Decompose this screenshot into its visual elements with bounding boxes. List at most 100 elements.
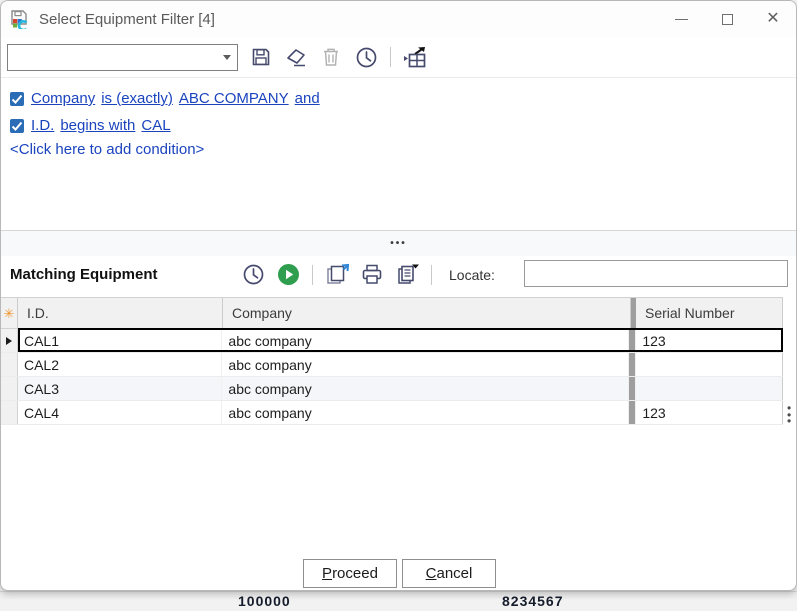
filter-condition-row: I.D. begins with CAL (10, 112, 787, 139)
cancel-button[interactable]: Cancel (402, 559, 496, 588)
saved-filter-input[interactable] (8, 45, 217, 70)
run-filter-button[interactable] (275, 262, 301, 288)
toolbar-separator (390, 47, 391, 67)
copy-icon (395, 263, 420, 287)
cell-serial[interactable] (636, 353, 783, 376)
eraser-icon (284, 46, 308, 68)
table-row[interactable]: CAL2 abc company (1, 353, 783, 377)
cancel-label: ancel (436, 565, 472, 582)
copy-results-button[interactable] (394, 262, 420, 288)
new-row-star-icon: ✳ (4, 307, 15, 320)
condition-operator-link[interactable]: begins with (60, 117, 135, 134)
checkmark-icon (11, 94, 23, 105)
toolbar-separator (431, 265, 432, 285)
new-page-icon (325, 263, 350, 287)
clear-filter-button[interactable] (283, 44, 309, 70)
minimize-icon (675, 19, 688, 20)
locate-label: Locate: (449, 267, 495, 283)
save-filter-button[interactable] (248, 44, 274, 70)
maximize-icon (722, 14, 733, 25)
condition-value-link[interactable]: CAL (141, 117, 170, 134)
toolbar-separator (312, 265, 313, 285)
close-button[interactable]: ✕ (750, 1, 796, 37)
minimize-button[interactable] (658, 1, 704, 37)
dialog-title: Select Equipment Filter [4] (39, 11, 215, 28)
row-selector[interactable] (1, 401, 18, 424)
cell-company[interactable]: abc company (222, 329, 629, 352)
table-row[interactable]: CAL3 abc company (1, 377, 783, 401)
condition-field-link[interactable]: Company (31, 90, 95, 107)
print-button[interactable] (359, 262, 385, 288)
trash-icon (321, 46, 341, 68)
cell-serial[interactable] (636, 377, 783, 400)
app-save-filter-icon (9, 9, 31, 29)
filter-conditions-panel[interactable]: Company is (exactly) ABC COMPANY and I.D… (1, 77, 796, 230)
proceed-label: roceed (332, 565, 378, 582)
column-header-id[interactable]: I.D. (18, 298, 223, 328)
window-controls: ✕ (658, 1, 796, 37)
grid-arrow-icon (402, 46, 428, 69)
horizontal-splitter[interactable]: ••• (1, 230, 796, 256)
saved-filter-combobox[interactable] (7, 44, 238, 71)
table-row[interactable]: CAL1 abc company 123 (1, 329, 783, 353)
open-in-new-button[interactable] (324, 262, 350, 288)
column-divider (629, 329, 636, 352)
cell-id[interactable]: CAL3 (18, 377, 222, 400)
condition-operator-link[interactable]: is (exactly) (101, 90, 173, 107)
results-toolbar: Matching Equipment (1, 256, 796, 293)
query-history-button[interactable] (240, 262, 266, 288)
filter-layout-button[interactable] (402, 44, 428, 70)
section-title: Matching Equipment (10, 266, 240, 283)
condition-value-link[interactable]: ABC COMPANY (179, 90, 289, 107)
close-icon: ✕ (766, 11, 779, 27)
cell-serial[interactable]: 123 (636, 401, 783, 424)
column-header-serial[interactable]: Serial Number (636, 298, 783, 328)
add-condition-link[interactable]: <Click here to add condition> (10, 141, 787, 158)
save-icon (250, 46, 272, 68)
background-window-sliver: 100000 8234567 (0, 591, 797, 599)
column-header-company[interactable]: Company (223, 298, 631, 328)
condition-field-link[interactable]: I.D. (31, 117, 54, 134)
condition-conjunction-link[interactable]: and (295, 90, 320, 107)
checkmark-icon (11, 121, 23, 132)
current-row-arrow-icon (6, 337, 12, 345)
cell-id[interactable]: CAL1 (18, 329, 222, 352)
splitter-grip-icon: ••• (390, 239, 407, 249)
chevron-down-icon (223, 55, 231, 60)
cell-company[interactable]: abc company (222, 401, 629, 424)
column-divider (629, 353, 636, 376)
proceed-accelerator: P (322, 565, 332, 582)
cell-id[interactable]: CAL2 (18, 353, 222, 376)
cell-company[interactable]: abc company (222, 353, 629, 376)
row-selector[interactable] (1, 377, 18, 400)
combo-dropdown-button[interactable] (217, 45, 237, 70)
title-bar: Select Equipment Filter [4] ✕ (1, 1, 796, 37)
cell-id[interactable]: CAL4 (18, 401, 222, 424)
condition-checkbox[interactable] (10, 119, 24, 133)
column-divider (629, 401, 636, 424)
row-selector[interactable] (1, 353, 18, 376)
background-text-fragment: 100000 (238, 593, 291, 611)
proceed-button[interactable]: Proceed (303, 559, 397, 588)
table-row[interactable]: CAL4 abc company 123 (1, 401, 783, 425)
condition-checkbox[interactable] (10, 92, 24, 106)
row-selector[interactable] (1, 329, 18, 352)
play-icon (277, 263, 300, 286)
scroll-grip-icon[interactable]: ••• (787, 405, 791, 425)
background-text-fragment: 8234567 (502, 593, 564, 611)
filter-toolbar (1, 41, 796, 73)
cancel-accelerator: C (426, 565, 437, 582)
cell-serial[interactable]: 123 (636, 329, 783, 352)
maximize-button[interactable] (704, 1, 750, 37)
clock-icon (355, 46, 378, 69)
cell-company[interactable]: abc company (222, 377, 629, 400)
delete-filter-button[interactable] (318, 44, 344, 70)
row-indicator-header[interactable]: ✳ (1, 298, 18, 328)
matching-equipment-table: ✳ I.D. Company Serial Number CAL1 abc co… (1, 297, 783, 425)
locate-input[interactable] (524, 260, 788, 287)
clock-icon (242, 263, 265, 286)
column-divider (629, 377, 636, 400)
filter-condition-row: Company is (exactly) ABC COMPANY and (10, 85, 787, 112)
table-header-row: ✳ I.D. Company Serial Number (1, 297, 783, 329)
filter-history-button[interactable] (353, 44, 379, 70)
